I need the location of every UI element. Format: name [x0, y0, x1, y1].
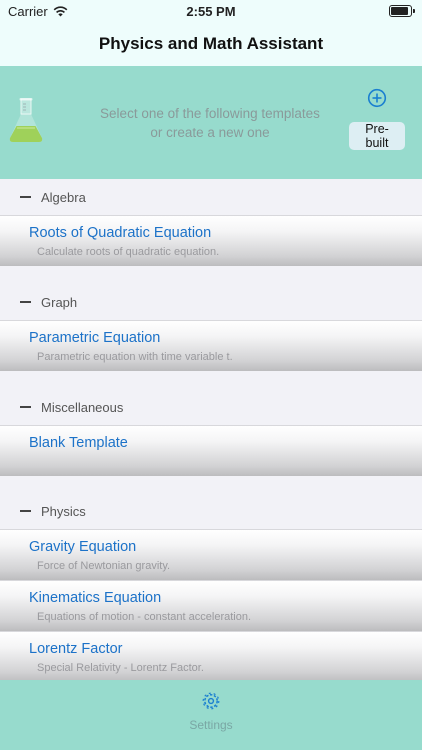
- collapse-icon: [20, 301, 31, 303]
- page-title: Physics and Math Assistant: [98, 34, 324, 53]
- tab-bar: Settings: [0, 680, 422, 750]
- cell-title: Blank Template: [29, 435, 128, 451]
- cell-subtitle: Force of Newtonian gravity.: [37, 560, 171, 572]
- cell-title: Roots of Quadratic Equation: [29, 225, 212, 241]
- template-cell-gravity-equation[interactable]: Gravity Equation Force of Newtonian grav…: [0, 529, 422, 580]
- cell-title: Gravity Equation: [29, 539, 137, 555]
- section-header-graph[interactable]: Graph: [0, 284, 422, 320]
- section-spacer: [0, 371, 422, 389]
- template-cell-lorentz-factor[interactable]: Lorentz Factor Special Relativity - Lore…: [0, 631, 422, 682]
- template-cell-roots-of-quadratic-equation[interactable]: Roots of Quadratic Equation Calculate ro…: [0, 215, 422, 266]
- status-time: 2:55 PM: [186, 4, 236, 19]
- section-spacer: [0, 266, 422, 284]
- cell-title: Kinematics Equation: [29, 590, 162, 606]
- section-header-miscellaneous[interactable]: Miscellaneous: [0, 389, 422, 425]
- cell-subtitle: Special Relativity - Lorentz Factor.: [37, 662, 204, 674]
- section-title: Miscellaneous: [41, 399, 124, 415]
- section-title: Physics: [41, 503, 86, 519]
- battery-icon: [389, 5, 415, 17]
- collapse-icon: [20, 406, 31, 408]
- cell-subtitle: Parametric equation with time variable t…: [37, 351, 233, 363]
- nav-bar: Physics and Math Assistant: [0, 22, 422, 66]
- template-cell-kinematics-equation[interactable]: Kinematics Equation Equations of motion …: [0, 580, 422, 631]
- section-title: Algebra: [41, 189, 86, 205]
- template-cell-parametric-equation[interactable]: Parametric Equation Parametric equation …: [0, 320, 422, 371]
- flask-icon: [9, 98, 43, 142]
- cell-title: Parametric Equation: [29, 330, 161, 346]
- gear-icon[interactable]: [201, 691, 221, 711]
- status-bar: Carrier 2:55 PM: [0, 0, 422, 22]
- cell-subtitle: Equations of motion - constant accelerat…: [37, 611, 252, 623]
- tab-settings[interactable]: Settings: [0, 718, 422, 732]
- plus-circle-icon[interactable]: [367, 88, 387, 108]
- template-list: Algebra Roots of Quadratic Equation Calc…: [0, 179, 422, 682]
- section-title: Graph: [41, 294, 78, 310]
- header-line-1: Select one of the following templates: [100, 106, 320, 121]
- prebuilt-button[interactable]: Pre-built: [349, 122, 405, 150]
- battery-level: [391, 7, 408, 15]
- collapse-icon: [20, 196, 31, 198]
- cell-subtitle: Calculate roots of quadratic equation.: [37, 246, 220, 258]
- template-cell-blank-template[interactable]: Blank Template: [0, 425, 422, 476]
- section-spacer: [0, 476, 422, 493]
- header-instructions: Select one of the following templates or…: [60, 104, 360, 142]
- header-line-2: or create a new one: [150, 125, 270, 140]
- collapse-icon: [20, 510, 31, 512]
- cell-title: Lorentz Factor: [29, 641, 123, 657]
- section-header-physics[interactable]: Physics: [0, 493, 422, 529]
- section-header-algebra[interactable]: Algebra: [0, 179, 422, 215]
